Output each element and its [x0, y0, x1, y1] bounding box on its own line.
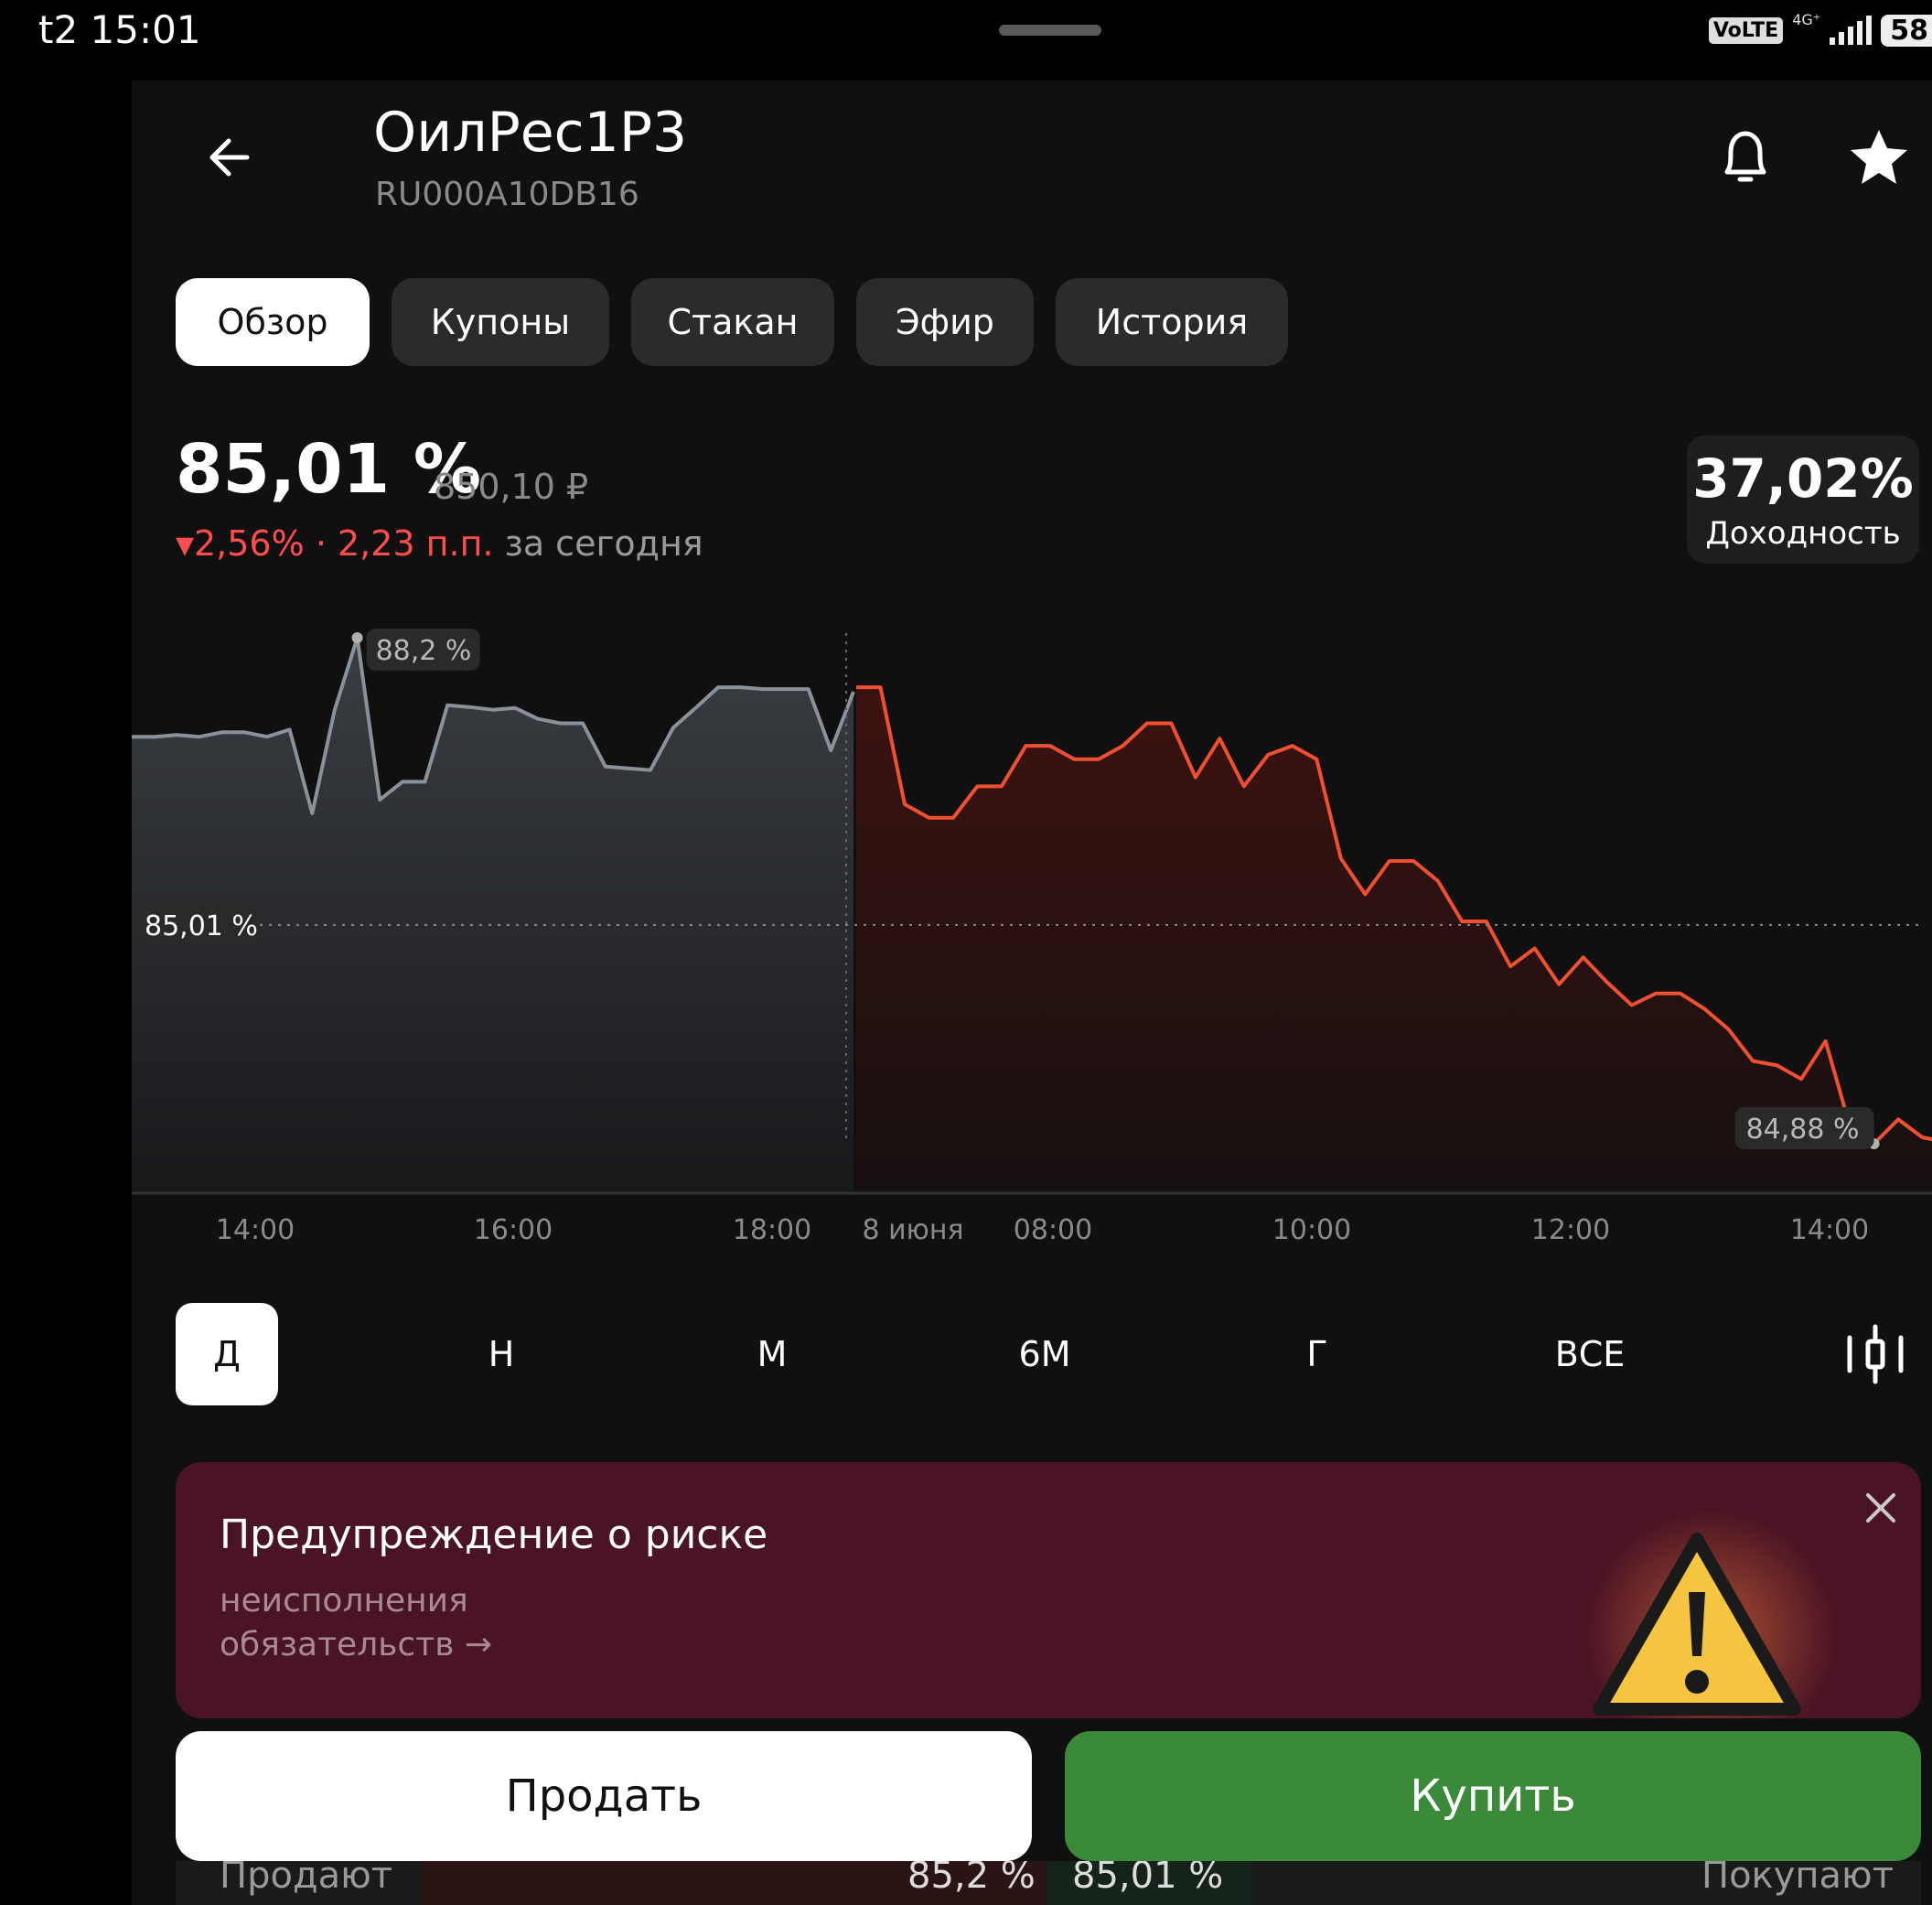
x-tick-label: 14:00: [1790, 1214, 1869, 1246]
tab-feed[interactable]: Эфир: [856, 278, 1034, 366]
x-tick-label: 14:00: [216, 1214, 295, 1246]
tab-history[interactable]: История: [1056, 278, 1288, 366]
change-period: за сегодня: [504, 523, 703, 564]
warning-text-line2: обязательств →: [220, 1626, 493, 1663]
triangle-down-icon: ▼: [176, 532, 194, 560]
bell-icon[interactable]: [1716, 124, 1775, 190]
max-point: [351, 632, 363, 643]
yield-label: Доходность: [1705, 515, 1901, 552]
tab-orderbook[interactable]: Стакан: [631, 278, 834, 366]
battery-icon: 58: [1881, 14, 1932, 47]
yield-card[interactable]: 37,02% Доходность: [1687, 436, 1919, 564]
isin-code: RU000A10DB16: [375, 176, 639, 213]
left-gutter: [0, 64, 132, 1905]
price-change: ▼2,56% · 2,23 п.п. за сегодня: [176, 523, 703, 564]
candlestick-icon[interactable]: [1842, 1321, 1908, 1387]
max-label: 88,2 %: [376, 635, 472, 667]
status-bar: t2 15:01 VoLTE 4G⁺ 58: [0, 0, 1932, 64]
x-tick-label: 16:00: [474, 1214, 553, 1246]
sell-button[interactable]: Продать: [176, 1731, 1032, 1861]
period-month[interactable]: М: [721, 1303, 823, 1405]
x-tick-label: 12:00: [1531, 1214, 1610, 1246]
drag-handle[interactable]: [999, 25, 1101, 36]
status-time: t2 15:01: [38, 7, 201, 52]
tab-overview[interactable]: Обзор: [176, 278, 370, 366]
period-day[interactable]: Д: [176, 1303, 278, 1405]
orderbook-bid: 85,01 %: [1072, 1861, 1224, 1897]
page-title: ОилРес1Р3: [373, 101, 688, 165]
close-icon[interactable]: [1859, 1486, 1903, 1530]
buy-button[interactable]: Купить: [1065, 1731, 1921, 1861]
min-label: 84,88 %: [1746, 1114, 1860, 1146]
change-pp: · 2,23 п.п.: [315, 523, 494, 564]
arrow-left-icon[interactable]: [201, 128, 260, 187]
warning-icon: [1593, 1533, 1801, 1716]
status-icons: VoLTE 4G⁺ 58: [1708, 11, 1932, 49]
period-week[interactable]: Н: [450, 1303, 553, 1405]
period-year[interactable]: Г: [1266, 1303, 1368, 1405]
signal-icon: [1830, 16, 1873, 45]
period-all[interactable]: ВСЕ: [1539, 1303, 1641, 1405]
warning-text-line1: неисполнения: [220, 1582, 468, 1620]
period-6m[interactable]: 6М: [993, 1303, 1096, 1405]
current-price-rub: 850,10 ₽: [434, 467, 589, 507]
orderbook-buyers: Покупают: [1701, 1861, 1894, 1897]
price-chart[interactable]: 88,2 % 84,88 % 85,01 % 14:00 16:00 18:00 8 июн…: [132, 586, 1932, 1272]
current-price-label: 85,01 %: [145, 910, 258, 942]
x-tick-label: 08:00: [1014, 1214, 1092, 1246]
warning-link[interactable]: неисполнения обязательств →: [220, 1579, 492, 1667]
x-tick-label: 18:00: [733, 1214, 811, 1246]
x-tick-label: 8 июня: [862, 1214, 963, 1246]
volte-icon: VoLTE: [1708, 16, 1784, 44]
star-icon[interactable]: [1846, 124, 1912, 190]
risk-warning-card[interactable]: Предупреждение о риске неисполнения обяз…: [176, 1462, 1921, 1718]
x-tick-label: 10:00: [1272, 1214, 1351, 1246]
orderbook-sellers: Продают: [220, 1861, 393, 1897]
orderbook-ask: 85,2 %: [907, 1861, 1036, 1897]
yield-value: 37,02%: [1692, 447, 1914, 510]
tab-coupons[interactable]: Купоны: [392, 278, 609, 366]
warning-title: Предупреждение о риске: [220, 1512, 768, 1558]
network-type: 4G⁺: [1792, 11, 1821, 28]
change-percent: 2,56%: [194, 523, 305, 564]
